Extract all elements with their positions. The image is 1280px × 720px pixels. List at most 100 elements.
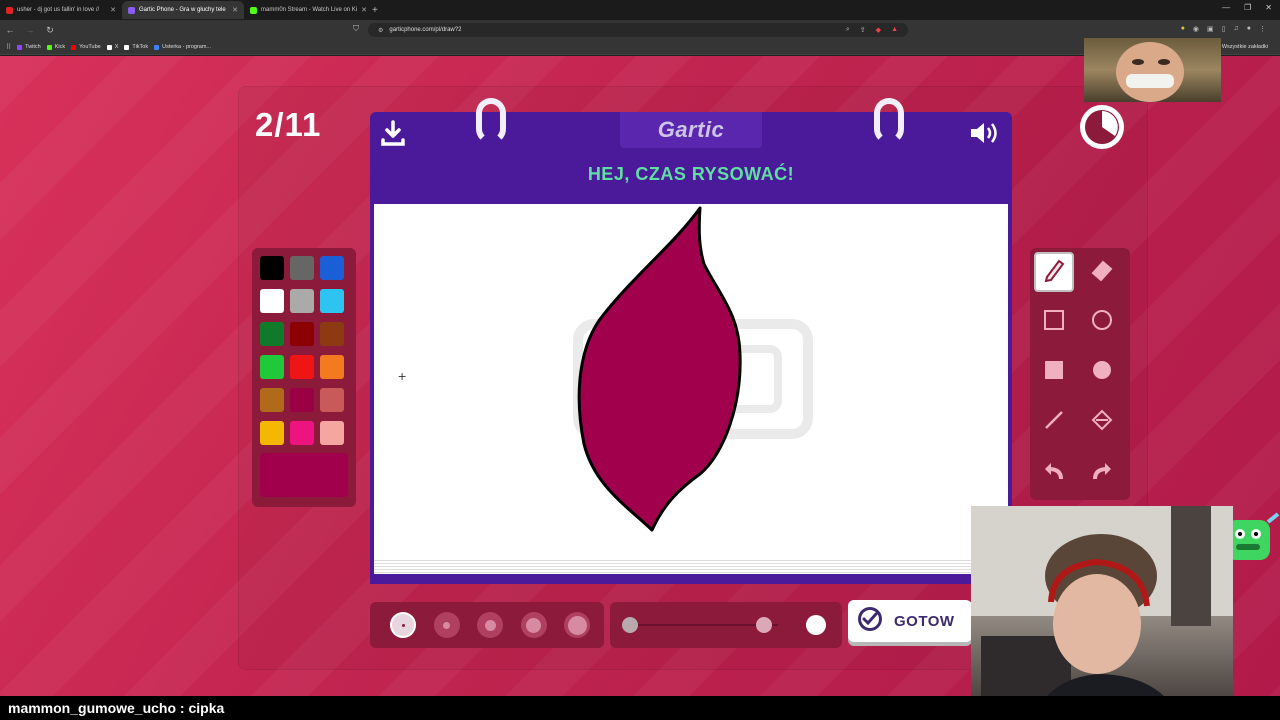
fill-bucket-tool-button[interactable] xyxy=(1082,402,1122,442)
eraser-tool-icon xyxy=(1089,257,1115,288)
tiktok-icon xyxy=(124,44,130,50)
back-arrow-icon[interactable]: ← xyxy=(0,25,20,35)
profile-icon[interactable]: ● xyxy=(1247,25,1251,33)
brush-size-panel xyxy=(370,602,604,648)
check-badge-icon xyxy=(856,605,884,638)
brush-size-option[interactable] xyxy=(520,612,547,638)
x-icon xyxy=(106,44,112,50)
rectangle-fill-tool-button[interactable] xyxy=(1034,352,1074,392)
all-bookmarks-link[interactable]: Wszystkie zakładki xyxy=(1222,44,1268,50)
webcam-face-image xyxy=(1116,42,1184,102)
webcam-overlay-main xyxy=(971,506,1233,720)
drawing-canvas[interactable]: + xyxy=(374,204,1008,558)
pencil-tool-button[interactable] xyxy=(1034,252,1074,292)
reload-icon[interactable]: ↻ xyxy=(40,25,60,36)
color-swatch[interactable] xyxy=(260,256,284,280)
drawn-shape xyxy=(577,206,742,532)
bookmark-item[interactable]: Usterka - program... xyxy=(154,44,211,50)
color-swatch[interactable] xyxy=(320,421,344,445)
color-swatch[interactable] xyxy=(290,256,314,280)
new-tab-button[interactable]: + xyxy=(372,5,378,16)
color-swatch[interactable] xyxy=(260,355,284,379)
close-tab-icon[interactable]: ✕ xyxy=(361,6,366,14)
minimize-icon[interactable]: — xyxy=(1222,3,1230,12)
color-swatch[interactable] xyxy=(290,388,314,412)
color-swatch[interactable] xyxy=(290,289,314,313)
extension-icon[interactable]: ▲ xyxy=(891,26,898,34)
timer-icon xyxy=(1077,102,1127,157)
volume-icon[interactable] xyxy=(968,118,1000,153)
stream-chat-line: mammon_gumowe_ucho : cipka xyxy=(0,696,1280,720)
bookmark-item[interactable]: Kick xyxy=(46,44,65,50)
sidebar-icon[interactable]: ▯ xyxy=(1222,25,1226,33)
forward-arrow-icon[interactable]: → xyxy=(20,25,40,35)
close-tab-icon[interactable]: ✕ xyxy=(110,6,116,14)
color-swatch[interactable] xyxy=(260,289,284,313)
rectangle-fill-tool-icon xyxy=(1041,357,1067,388)
browser-tab[interactable]: usher - dj got us fallin' in love // ✕ xyxy=(0,1,122,19)
toolbar-right-icons: ● ◉ ▣ ▯ ♫ ● ⋮ xyxy=(1181,25,1266,33)
undo-tool-button[interactable] xyxy=(1034,452,1074,492)
media-icon[interactable]: ♫ xyxy=(1234,25,1239,33)
color-swatch[interactable] xyxy=(320,355,344,379)
brush-size-option[interactable] xyxy=(564,612,590,638)
opacity-high-icon xyxy=(806,615,826,635)
bookmark-icon[interactable]: ⛉ xyxy=(353,24,359,34)
pencil-tool-icon xyxy=(1041,257,1067,288)
bookmark-item[interactable]: TikTok xyxy=(124,44,148,50)
brush-size-option[interactable] xyxy=(433,612,460,638)
ellipse-fill-tool-icon xyxy=(1089,357,1115,388)
ellipse-outline-tool-icon xyxy=(1089,307,1115,338)
drawing-board: + xyxy=(370,200,1012,584)
color-swatch[interactable] xyxy=(260,388,284,412)
gartic-logo: Gartic xyxy=(657,117,725,142)
redo-tool-button[interactable] xyxy=(1082,452,1122,492)
color-swatch[interactable] xyxy=(320,388,344,412)
color-swatch[interactable] xyxy=(320,322,344,346)
browser-tab[interactable]: mamm0n Stream - Watch Live on Ki ✕ xyxy=(244,1,366,19)
twitch-icon xyxy=(17,44,23,50)
site-info-icon[interactable]: ⚙ xyxy=(378,27,383,34)
brush-size-option[interactable] xyxy=(477,612,503,638)
window-controls: — ❐ ✕ xyxy=(1222,3,1272,12)
url-text: garticphone.com/pl/draw?2 xyxy=(389,27,462,33)
kick-favicon-icon xyxy=(250,6,257,14)
done-button[interactable]: GOTOW xyxy=(848,600,972,642)
apps-icon[interactable]: ⠿ xyxy=(6,43,11,51)
share-icon[interactable]: ⇪ xyxy=(860,26,866,34)
ellipse-outline-tool-button[interactable] xyxy=(1082,302,1122,342)
download-icon[interactable] xyxy=(378,118,408,153)
color-swatch[interactable] xyxy=(290,322,314,346)
bookmark-favicon-icon xyxy=(154,44,160,50)
bookmark-item[interactable]: X xyxy=(106,44,118,50)
brush-size-option[interactable] xyxy=(390,612,416,638)
extension-icon[interactable]: ◉ xyxy=(1193,25,1199,33)
bookmark-item[interactable]: YouTube xyxy=(71,44,101,50)
youtube-icon xyxy=(71,44,77,50)
color-swatch[interactable] xyxy=(320,256,344,280)
color-swatch[interactable] xyxy=(260,421,284,445)
color-swatch[interactable] xyxy=(260,322,284,346)
extension-icon[interactable]: ◆ xyxy=(876,26,881,34)
fill-bucket-tool-icon xyxy=(1089,407,1115,438)
zoom-icon[interactable]: ⌕ xyxy=(846,26,850,34)
close-window-icon[interactable]: ✕ xyxy=(1265,3,1272,12)
extensions-icon[interactable]: ▣ xyxy=(1207,25,1214,33)
line-tool-button[interactable] xyxy=(1034,402,1074,442)
extension-icon[interactable]: ● xyxy=(1181,25,1185,33)
color-swatch[interactable] xyxy=(290,421,314,445)
browser-tab-active[interactable]: Gartic Phone - Gra w głuchy tele ✕ xyxy=(122,1,244,19)
line-tool-icon xyxy=(1041,407,1067,438)
maximize-icon[interactable]: ❐ xyxy=(1244,3,1251,12)
color-swatch[interactable] xyxy=(290,355,314,379)
opacity-slider-thumb[interactable] xyxy=(756,617,772,633)
rectangle-outline-tool-button[interactable] xyxy=(1034,302,1074,342)
eraser-tool-button[interactable] xyxy=(1082,252,1122,292)
address-bar[interactable]: ⚙ garticphone.com/pl/draw?2 ⌕ ⇪ ◆ ▲ xyxy=(368,23,908,37)
bookmark-item[interactable]: Twitch xyxy=(17,44,41,50)
color-swatch[interactable] xyxy=(320,289,344,313)
close-tab-icon[interactable]: ✕ xyxy=(232,6,238,14)
ellipse-fill-tool-button[interactable] xyxy=(1082,352,1122,392)
menu-icon[interactable]: ⋮ xyxy=(1259,25,1266,33)
tab-title: usher - dj got us fallin' in love // xyxy=(17,7,100,13)
